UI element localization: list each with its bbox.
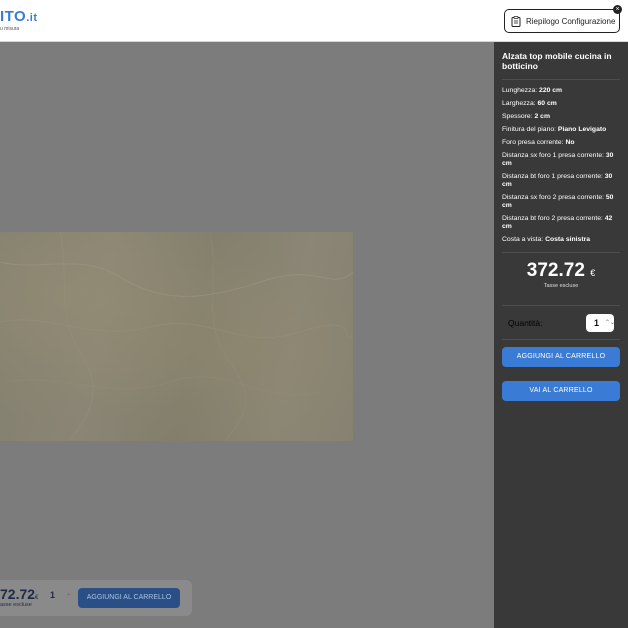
spec-item: Distanza sx foro 2 presa corrente: 50 cm <box>502 194 614 209</box>
configuration-sidebar: Alzata top mobile cucina in botticino Lu… <box>494 42 628 628</box>
product-preview-area: 72.72€ asse escluse 1 ⌃ AGGIUNGI AL CARRE… <box>0 42 494 628</box>
spec-item: Larghezza: 60 cm <box>502 100 557 107</box>
quantity-stepper[interactable]: 1 ⌃⌄ <box>586 314 615 332</box>
quantity-row: Quantità: 1 ⌃⌄ <box>502 312 620 334</box>
tax-note: Tasse escluse <box>543 283 579 289</box>
product-title: Alzata top mobile cucina in botticino <box>502 51 612 71</box>
stepper-arrows-icon[interactable]: ⌃⌄ <box>605 314 615 332</box>
quantity-label: Quantità: <box>508 318 543 328</box>
bottom-cart-bar: 72.72€ asse escluse 1 ⌃ AGGIUNGI AL CARRE… <box>0 580 192 616</box>
spec-item: Lunghezza: 220 cm <box>502 87 563 94</box>
spec-item: Spessore: 2 cm <box>502 113 550 120</box>
logo-text: ITO.it <box>0 8 38 25</box>
site-header: ITO.it u misura Riepilogo Configurazione… <box>0 0 628 42</box>
summary-configuration-button[interactable]: Riepilogo Configurazione <box>504 9 620 33</box>
clipboard-icon <box>511 15 521 27</box>
add-to-cart-button[interactable]: AGGIUNGI AL CARRELLO <box>502 347 620 367</box>
close-icon[interactable]: × <box>613 5 622 14</box>
bottom-price: 72.72€ <box>0 586 39 602</box>
spec-item: Costa a vista: Costa sinistra <box>502 236 591 243</box>
marble-slab-preview <box>0 232 353 441</box>
spec-item: Distanza bt foro 1 presa corrente: 30 cm <box>502 173 613 188</box>
spec-item: Foro presa corrente: No <box>502 139 575 146</box>
divider <box>502 339 620 340</box>
bottom-tax-note: asse escluse <box>0 602 32 608</box>
bottom-add-to-cart-button[interactable]: AGGIUNGI AL CARRELLO <box>78 588 180 608</box>
divider <box>502 305 620 306</box>
bottom-quantity-stepper[interactable]: 1 ⌃ <box>50 590 74 606</box>
stepper-arrows-icon[interactable]: ⌃ <box>66 593 71 600</box>
spec-item: Distanza sx foro 1 presa corrente: 30 cm <box>502 152 614 167</box>
go-to-cart-button[interactable]: VAI AL CARRELLO <box>502 381 620 401</box>
divider <box>502 79 620 80</box>
summary-configuration-label: Riepilogo Configurazione <box>526 16 616 26</box>
price-block: 372.72 € Tasse escluse <box>502 260 620 289</box>
spec-item: Distanza bt foro 2 presa corrente: 42 cm <box>502 215 613 230</box>
spec-list: Lunghezza: 220 cm Larghezza: 60 cm Spess… <box>502 87 620 244</box>
logo-subtitle: u misura <box>0 26 20 32</box>
divider <box>502 252 620 253</box>
marble-veins <box>0 232 353 441</box>
site-logo[interactable]: ITO.it u misura <box>0 8 38 32</box>
price-total: 372.72 € <box>526 260 596 281</box>
spec-item: Finitura del piano: Piano Levigato <box>502 126 607 133</box>
